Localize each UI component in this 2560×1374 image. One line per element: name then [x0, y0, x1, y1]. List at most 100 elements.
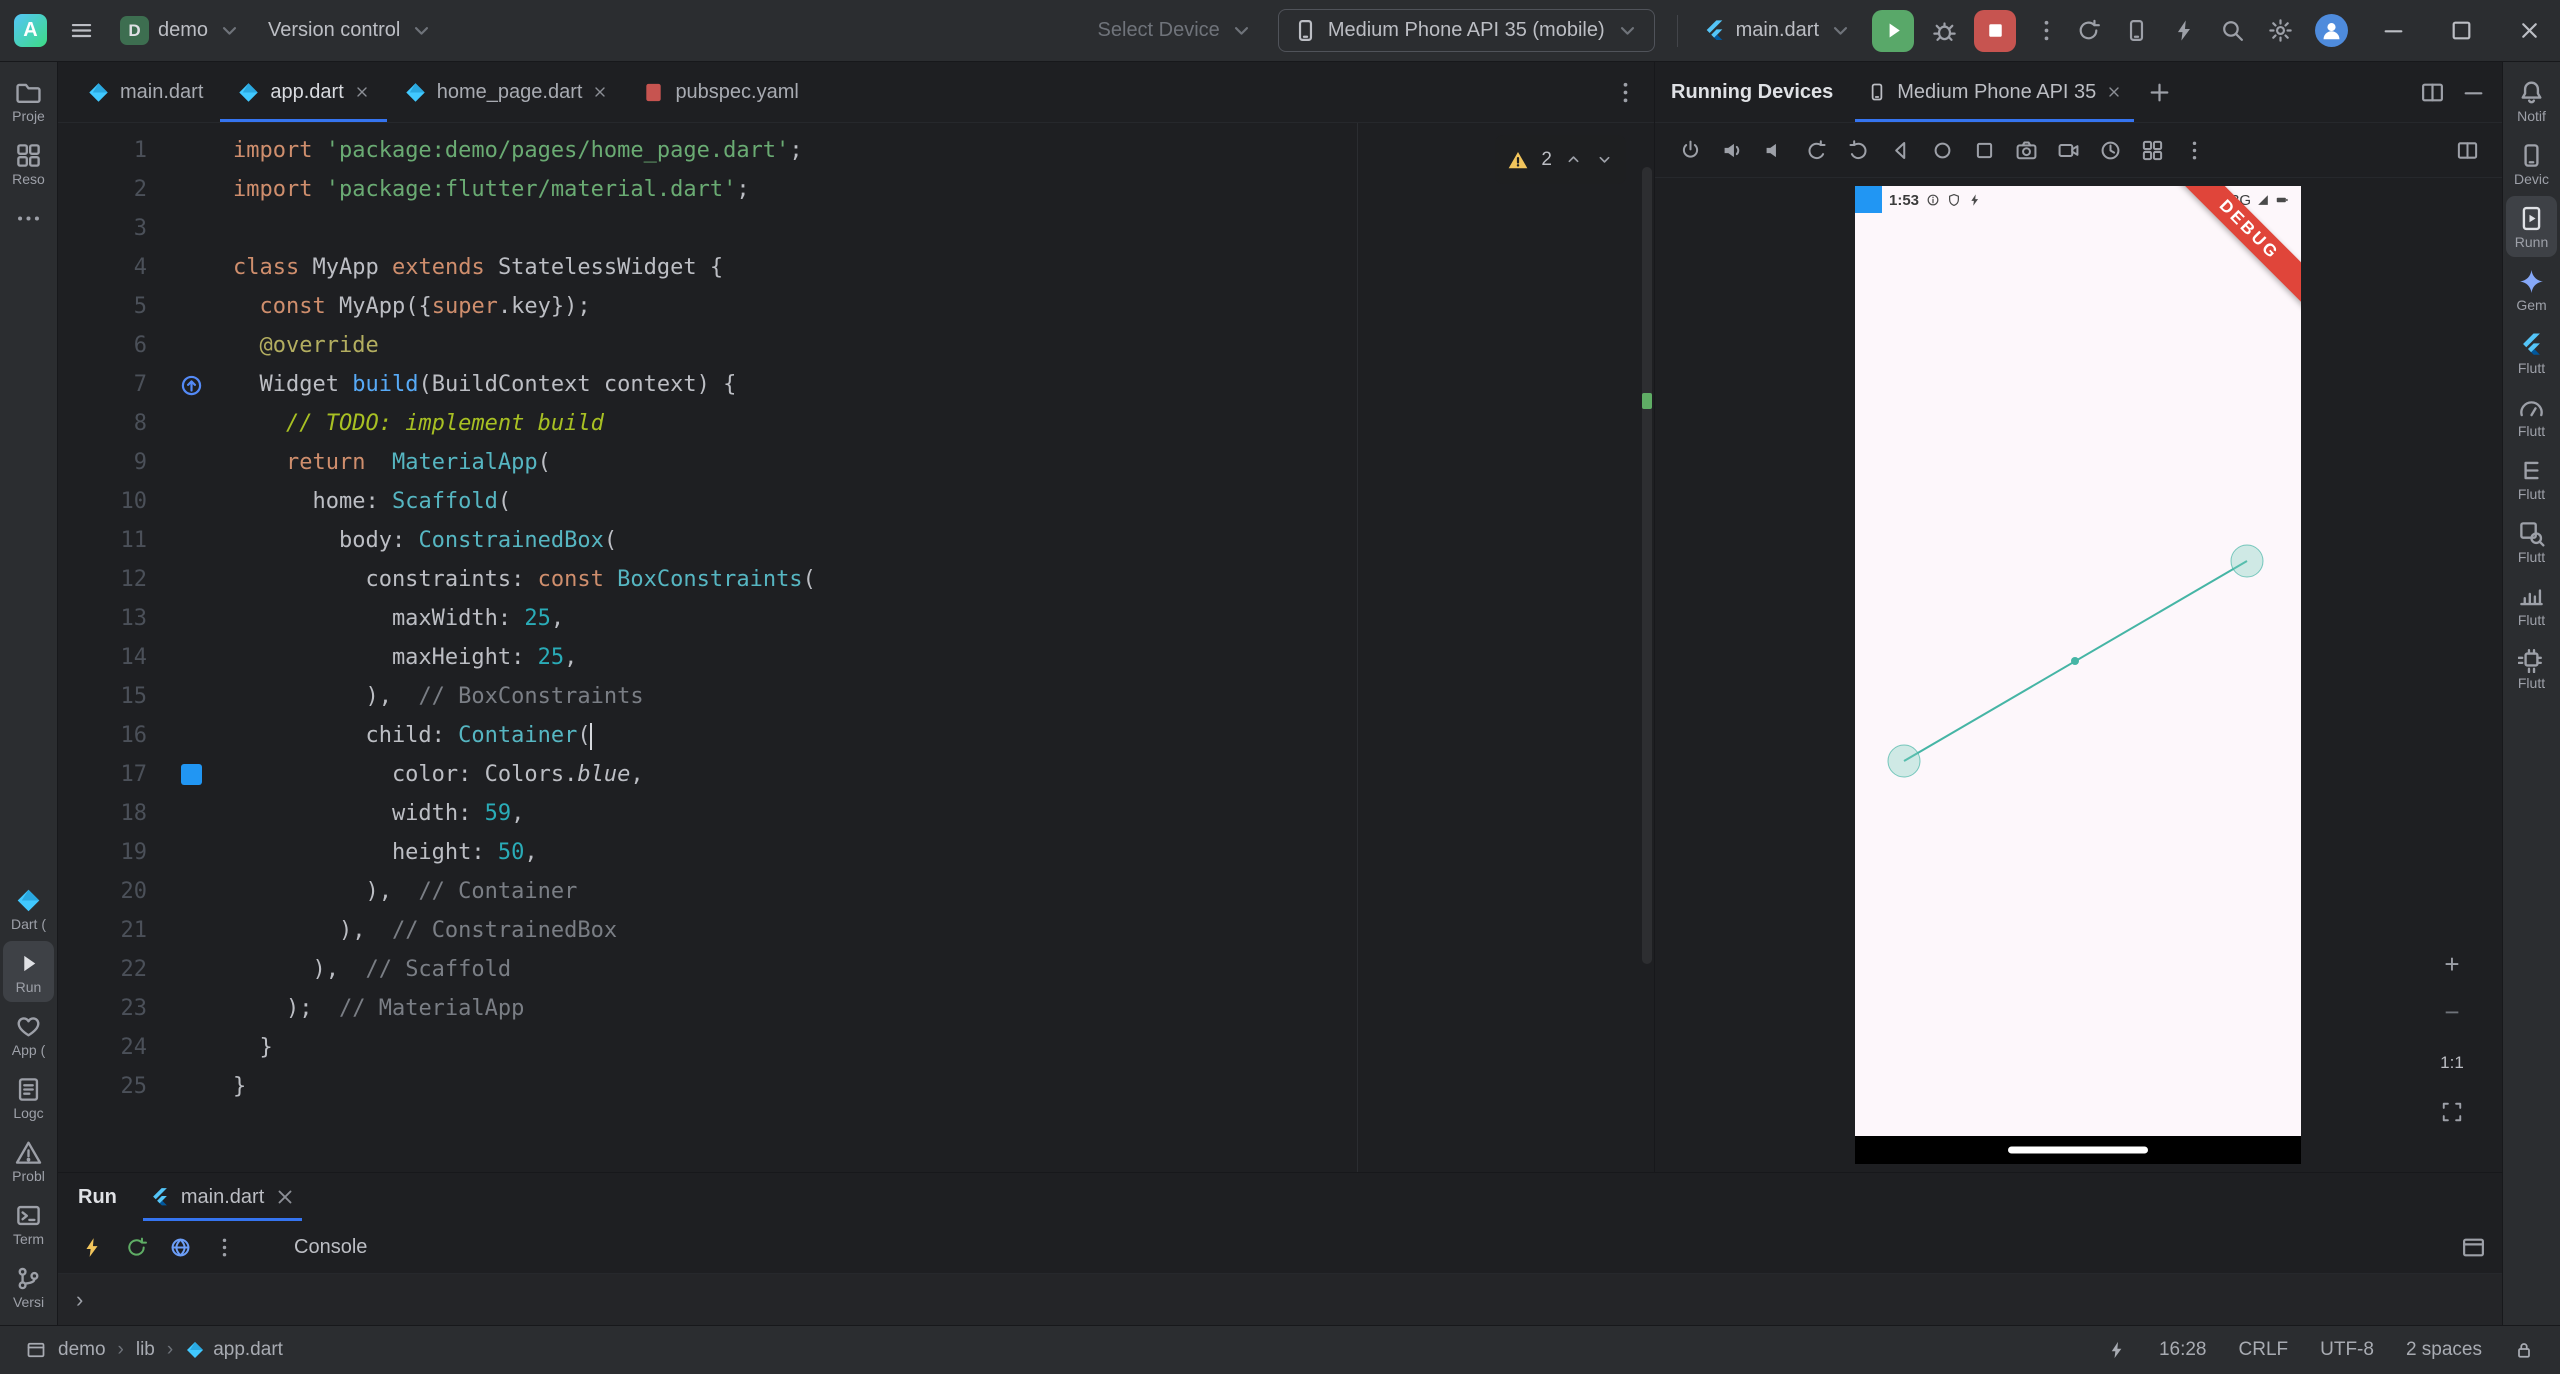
breadcrumb-item-lib[interactable]: lib — [136, 1339, 155, 1361]
overview-button[interactable] — [1965, 131, 2003, 169]
line-ending-widget[interactable]: CRLF — [2239, 1339, 2289, 1361]
display-mode-button[interactable] — [2448, 131, 2486, 169]
run-more-actions[interactable] — [2025, 10, 2067, 52]
run-tab-main-dart[interactable]: main.dart — [142, 1173, 303, 1221]
code-line[interactable]: 5 const MyApp({super.key}); — [58, 287, 1654, 326]
code-line[interactable]: 7 Widget build(BuildContext context) { — [58, 365, 1654, 404]
tool-button-logcat[interactable]: Logc — [3, 1067, 54, 1128]
inspections-widget[interactable]: 2 — [1495, 135, 1626, 184]
avatar[interactable] — [2315, 14, 2348, 47]
window-minimize-button[interactable] — [2362, 0, 2424, 61]
gutter[interactable] — [173, 443, 233, 482]
device-tab-close[interactable] — [2106, 84, 2122, 100]
emulator-nav-bar[interactable] — [1855, 1136, 2301, 1164]
tool-button-running-devices[interactable]: Runn — [2506, 196, 2557, 257]
gutter[interactable] — [173, 287, 233, 326]
more-actions-button[interactable] — [2175, 131, 2213, 169]
editor-scrollbar[interactable] — [1642, 167, 1652, 965]
screen-record-button[interactable] — [2049, 131, 2087, 169]
gradle-sync-button[interactable] — [2067, 10, 2109, 52]
select-device-dropdown[interactable]: Select Device — [1088, 11, 1264, 50]
zoom-in-button[interactable]: + — [2434, 948, 2470, 980]
tab-options-button[interactable] — [1613, 80, 1638, 105]
zoom-fit-button[interactable] — [2434, 1096, 2470, 1128]
tab-close-button[interactable] — [592, 84, 608, 100]
code-line[interactable]: 15 ), // BoxConstraints — [58, 677, 1654, 716]
screenshot-button[interactable] — [2007, 131, 2045, 169]
hide-panel-button[interactable] — [2461, 80, 2486, 105]
version-control-menu[interactable]: Version control — [258, 11, 444, 50]
readonly-lock-button[interactable] — [2514, 1340, 2534, 1360]
dart-analysis-indicator[interactable] — [2107, 1340, 2127, 1360]
code-line[interactable]: 8 // TODO: implement build — [58, 404, 1654, 443]
tool-button-more-tool-windows[interactable] — [3, 196, 54, 242]
layout-settings-button[interactable] — [2461, 1235, 2486, 1260]
editor-tab-app.dart[interactable]: app.dart — [220, 62, 388, 122]
code-line[interactable]: 4 class MyApp extends StatelessWidget { — [58, 248, 1654, 287]
next-problem-button[interactable] — [1595, 150, 1614, 169]
code-line[interactable]: 14 maxHeight: 25, — [58, 638, 1654, 677]
gutter[interactable] — [173, 677, 233, 716]
caret-position-widget[interactable]: 16:28 — [2159, 1339, 2207, 1361]
gutter[interactable] — [173, 482, 233, 521]
gutter[interactable] — [173, 1028, 233, 1067]
tool-button-gemini[interactable]: Gem — [2506, 259, 2557, 320]
debug-button[interactable] — [1923, 10, 1965, 52]
code-line[interactable]: 17 color: Colors.blue, — [58, 755, 1654, 794]
previous-problem-button[interactable] — [1564, 150, 1583, 169]
editor-tab-home_page.dart[interactable]: home_page.dart — [387, 62, 626, 122]
tool-button-flutter-memory[interactable]: Flutt — [2506, 637, 2557, 698]
code-line[interactable]: 11 body: ConstrainedBox( — [58, 521, 1654, 560]
gutter[interactable] — [173, 209, 233, 248]
breadcrumb-item-app.dart[interactable]: app.dart — [185, 1339, 283, 1361]
gutter[interactable] — [173, 404, 233, 443]
code-line[interactable]: 9 return MaterialApp( — [58, 443, 1654, 482]
gutter[interactable] — [173, 755, 233, 794]
code-line[interactable]: 18 width: 59, — [58, 794, 1654, 833]
gutter[interactable] — [173, 911, 233, 950]
emulator-display[interactable]: 1:53 3G DEBUG — [1855, 186, 2301, 1164]
tool-button-notifications[interactable]: Notif — [2506, 70, 2557, 131]
home-button[interactable] — [1923, 131, 1961, 169]
gesture-nav-pill[interactable] — [2008, 1146, 2148, 1154]
code-line[interactable]: 16 child: Container( — [58, 716, 1654, 755]
device-tab[interactable]: Medium Phone API 35 — [1855, 62, 2135, 122]
color-swatch[interactable] — [181, 764, 202, 785]
code-line[interactable]: 20 ), // Container — [58, 872, 1654, 911]
tool-button-flutter-inspector[interactable]: Flutt — [2506, 511, 2557, 572]
tool-button-run[interactable]: Run — [3, 941, 54, 1002]
device-manager-button[interactable] — [2115, 10, 2157, 52]
code-line[interactable]: 13 maxWidth: 25, — [58, 599, 1654, 638]
stop-button[interactable] — [1974, 9, 2016, 52]
zoom-out-button[interactable]: − — [2434, 996, 2470, 1028]
snapshots-button[interactable] — [2091, 131, 2129, 169]
editor-tab-pubspec.yaml[interactable]: pubspec.yaml — [625, 62, 815, 122]
project-selector[interactable]: D demo — [110, 9, 252, 52]
code-line[interactable]: 24 } — [58, 1028, 1654, 1067]
code-line[interactable]: 12 constraints: const BoxConstraints( — [58, 560, 1654, 599]
tab-close-button[interactable] — [354, 84, 370, 100]
tool-button-device-manager[interactable]: Devic — [2506, 133, 2557, 194]
code-line[interactable]: 21 ), // ConstrainedBox — [58, 911, 1654, 950]
zoom-reset-button[interactable]: 1:1 — [2430, 1044, 2474, 1080]
more-options-button[interactable] — [206, 1229, 242, 1265]
tool-button-version-control[interactable]: Versi — [3, 1256, 54, 1317]
gutter[interactable] — [173, 560, 233, 599]
apps-button[interactable] — [2133, 131, 2171, 169]
gutter[interactable] — [173, 521, 233, 560]
tool-button-flutter-commands[interactable]: Flutt — [2506, 322, 2557, 383]
code-line[interactable]: 22 ), // Scaffold — [58, 950, 1654, 989]
gutter[interactable] — [173, 1067, 233, 1106]
open-devtools-button[interactable] — [162, 1229, 198, 1265]
rotate-right-button[interactable] — [1839, 131, 1877, 169]
volume-up-button[interactable] — [1713, 131, 1751, 169]
window-maximize-button[interactable] — [2430, 0, 2492, 61]
hot-reload-button[interactable] — [74, 1229, 110, 1265]
tool-button-app-quality-insights[interactable]: App ( — [3, 1004, 54, 1065]
gutter[interactable] — [173, 989, 233, 1028]
tool-button-flutter-outline[interactable]: Flutt — [2506, 448, 2557, 509]
window-close-button[interactable] — [2498, 0, 2560, 61]
breadcrumb-item-demo[interactable]: demo — [58, 1339, 106, 1361]
settings-button[interactable] — [2259, 10, 2301, 52]
gutter[interactable] — [173, 833, 233, 872]
